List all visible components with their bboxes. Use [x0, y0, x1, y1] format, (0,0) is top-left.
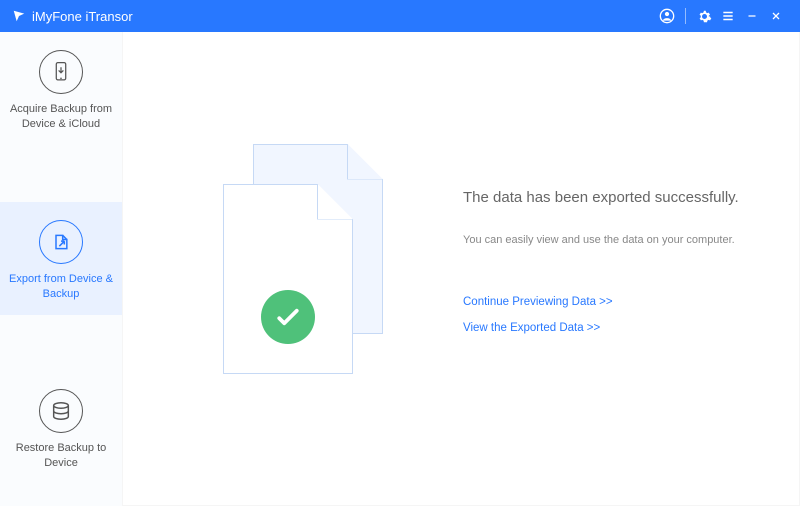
main-content: The data has been exported successfully.… [122, 32, 800, 506]
sidebar: Acquire Backup from Device & iCloud Expo… [0, 32, 122, 506]
continue-previewing-link[interactable]: Continue Previewing Data >> [463, 296, 759, 308]
minimize-button[interactable] [740, 4, 764, 28]
close-button[interactable] [764, 4, 788, 28]
sidebar-item-export[interactable]: Export from Device & Backup [0, 202, 122, 316]
sidebar-item-label: Acquire Backup from Device & iCloud [6, 102, 116, 132]
sidebar-item-label: Restore Backup to Device [6, 441, 116, 471]
divider [685, 8, 686, 24]
page-front-icon [223, 184, 353, 374]
settings-icon[interactable] [692, 4, 716, 28]
titlebar: iMyFone iTransor [0, 0, 800, 32]
sidebar-item-acquire-backup[interactable]: Acquire Backup from Device & iCloud [0, 32, 122, 146]
success-subtext: You can easily view and use the data on … [463, 234, 759, 246]
success-check-icon [261, 290, 315, 344]
brand-icon [12, 9, 26, 23]
app-title: iMyFone iTransor [32, 9, 133, 24]
view-exported-link[interactable]: View the Exported Data >> [463, 322, 759, 334]
result-text-area: The data has been exported successfully.… [463, 189, 759, 348]
document-illustration [213, 144, 403, 394]
phone-download-icon [39, 50, 83, 94]
sidebar-item-label: Export from Device & Backup [6, 272, 116, 302]
database-icon [39, 389, 83, 433]
menu-icon[interactable] [716, 4, 740, 28]
success-heading: The data has been exported successfully. [463, 189, 759, 206]
account-icon[interactable] [655, 4, 679, 28]
sidebar-item-restore-backup[interactable]: Restore Backup to Device [0, 371, 122, 485]
app-logo: iMyFone iTransor [12, 9, 133, 24]
export-icon [39, 220, 83, 264]
